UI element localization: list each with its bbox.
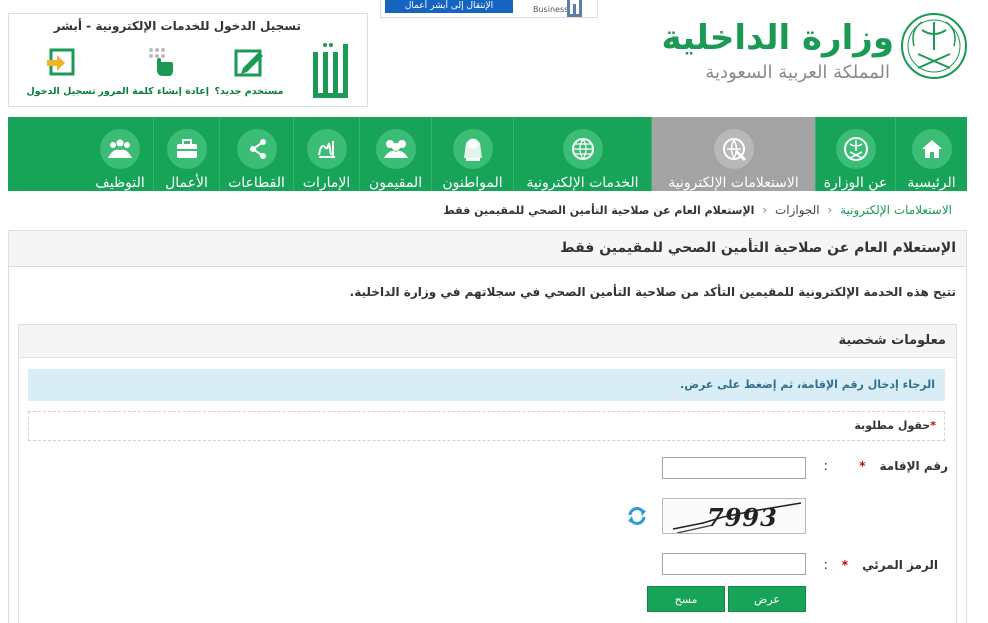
nav-item-e-services[interactable]: الخدمات الإلكترونية [513, 117, 651, 191]
captcha-image: 7993 [662, 498, 806, 534]
globe-icon [562, 129, 603, 169]
breadcrumb-current: الإستعلام العام عن صلاحية التأمين الصحي … [443, 204, 755, 217]
nav-item-business[interactable]: الأعمال [153, 117, 219, 191]
nav-label-sectors: القطاعات [228, 175, 285, 191]
required-fields-note: *حقول مطلوبة [28, 411, 945, 441]
home-icon [911, 129, 952, 169]
absher-mini-logo-icon [567, 0, 582, 17]
briefcase-icon [166, 129, 207, 169]
nav-item-residents[interactable]: المقيمون [359, 117, 431, 191]
nav-label-citizens: المواطنون [442, 175, 503, 191]
reset-password-icon [149, 48, 173, 76]
kingdom-name: المملكة العربية السعودية [705, 62, 890, 83]
new-user-label: مستخدم جديد؟ [214, 86, 284, 97]
breadcrumb: الاستعلامات الإلكترونية ‹ الجوازات ‹ الإ… [443, 203, 952, 217]
iqama-label: رقم الإقامة * [859, 459, 948, 473]
captcha-code-label: الرمز المرئي * [842, 558, 938, 572]
captcha-text: 7993 [707, 503, 778, 532]
captcha-colon: : [823, 558, 828, 573]
nav-label-about: عن الوزارة [823, 175, 888, 191]
refresh-captcha-icon[interactable] [626, 505, 648, 527]
main-navigation: الرئيسية عن الوزارة الاستعلامات الإلكترو… [8, 117, 967, 191]
login-link[interactable]: تسجيل الدخول [13, 46, 109, 97]
page-title: الإستعلام العام عن صلاحية التأمين الصحي … [9, 231, 966, 267]
absher-login-box: تسجيل الدخول للخدمات الإلكترونية - أبشر … [8, 13, 368, 107]
absher-business-logo: Business [531, 0, 591, 17]
absher-business-strip: الإنتقال إلى أبشر أعمال Business [380, 0, 598, 18]
section-title: معلومات شخصية [19, 325, 956, 358]
residents-icon [375, 129, 416, 169]
sectors-icon [236, 129, 277, 169]
iqama-input[interactable] [662, 457, 806, 479]
nav-label-emirates: الإمارات [302, 175, 351, 191]
nav-item-employment[interactable]: التوظيف [87, 117, 153, 191]
reset-password-link[interactable]: إعادة إنشاء كلمة المرور [98, 46, 209, 97]
new-user-icon [234, 49, 263, 77]
captcha-code-label-text: الرمز المرئي [862, 558, 938, 572]
nav-label-e-inquiries: الاستعلامات الإلكترونية [668, 175, 799, 191]
required-star: * [841, 558, 849, 572]
required-star: * [930, 419, 936, 432]
citizen-icon [452, 129, 493, 169]
business-logo-text: Business [533, 5, 569, 14]
absher-business-button[interactable]: الإنتقال إلى أبشر أعمال [385, 0, 513, 13]
service-description: تتيح هذه الخدمة الإلكترونية للمقيمين الت… [349, 285, 956, 299]
reset-password-label: إعادة إنشاء كلمة المرور [98, 86, 209, 97]
service-panel: الإستعلام العام عن صلاحية التأمين الصحي … [8, 230, 967, 623]
nav-item-citizens[interactable]: المواطنون [431, 117, 513, 191]
emirates-icon [306, 129, 347, 169]
login-icon [47, 48, 75, 76]
nav-label-home: الرئيسية [907, 175, 956, 191]
ministry-name: وزارة الداخلية [661, 18, 894, 58]
absher-login-title: تسجيل الدخول للخدمات الإلكترونية - أبشر [53, 19, 301, 33]
nav-item-home[interactable]: الرئيسية [895, 117, 967, 191]
new-user-link[interactable]: مستخدم جديد؟ [201, 46, 297, 97]
nav-item-sectors[interactable]: القطاعات [219, 117, 293, 191]
ministry-brand[interactable]: وزارة الداخلية المملكة العربية السعودية [662, 10, 968, 90]
info-alert: الرجاء إدخال رقم الإقامة، ثم إضغط على عر… [28, 369, 945, 401]
emblem-icon [835, 129, 876, 169]
breadcrumb-passports[interactable]: الجوازات [775, 203, 820, 217]
saudi-emblem-icon [901, 13, 967, 79]
inquiry-icon [713, 129, 754, 169]
nav-item-emirates[interactable]: الإمارات [293, 117, 359, 191]
absher-logo-icon [313, 43, 348, 98]
employment-icon [100, 129, 140, 169]
iqama-label-text: رقم الإقامة [879, 459, 948, 473]
nav-label-business: الأعمال [165, 175, 208, 191]
required-star: * [859, 459, 866, 473]
breadcrumb-separator: ‹ [762, 203, 768, 217]
nav-label-residents: المقيمون [368, 175, 423, 191]
nav-label-e-services: الخدمات الإلكترونية [526, 175, 639, 191]
nav-item-e-inquiries[interactable]: الاستعلامات الإلكترونية [651, 117, 815, 191]
personal-info-panel: معلومات شخصية الرجاء إدخال رقم الإقامة، … [18, 324, 957, 623]
breadcrumb-separator: ‹ [827, 203, 833, 217]
clear-button[interactable]: مسح [647, 586, 725, 612]
nav-label-employment: التوظيف [95, 175, 145, 191]
submit-button[interactable]: عرض [728, 586, 806, 612]
breadcrumb-root[interactable]: الاستعلامات الإلكترونية [840, 203, 952, 217]
login-label: تسجيل الدخول [26, 86, 96, 97]
required-note-text: حقول مطلوبة [854, 419, 931, 432]
nav-item-about[interactable]: عن الوزارة [815, 117, 895, 191]
captcha-input[interactable] [662, 553, 806, 575]
iqama-colon: : [823, 459, 828, 474]
